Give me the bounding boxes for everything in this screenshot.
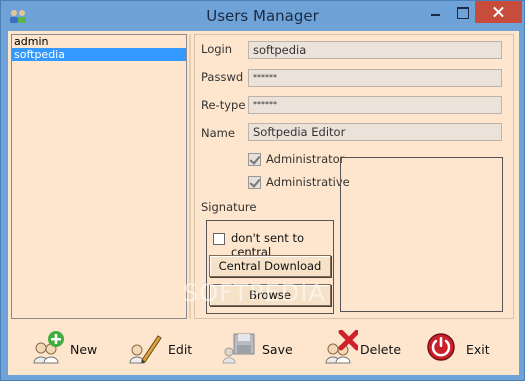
passwd-field[interactable]: ****** [248, 69, 502, 87]
close-button[interactable] [475, 1, 522, 23]
power-icon [427, 333, 455, 361]
maximize-button[interactable] [449, 1, 475, 23]
delete-user-icon [325, 330, 358, 364]
new-label: New [70, 342, 98, 357]
save-button[interactable]: Save [222, 330, 294, 366]
edit-pencil-icon [129, 335, 162, 364]
panel-divider[interactable] [189, 34, 191, 319]
new-button[interactable]: New [32, 330, 102, 366]
user-list[interactable]: admin softpedia [11, 34, 187, 319]
administrative-checkbox[interactable] [248, 176, 261, 189]
edit-button[interactable]: Edit [128, 330, 198, 366]
delete-label: Delete [360, 342, 402, 357]
picture-box[interactable] [340, 157, 503, 312]
save-label: Save [262, 342, 293, 357]
exit-button[interactable]: Exit [426, 330, 496, 366]
administrative-label: Administrative [266, 175, 350, 189]
central-download-button[interactable]: Central Download [209, 255, 331, 277]
retype-field[interactable]: ****** [248, 96, 502, 114]
new-user-icon [33, 331, 64, 364]
administrator-label: Administrator [266, 152, 345, 166]
passwd-label: Passwd [201, 70, 244, 84]
administrator-checkbox[interactable] [248, 153, 261, 166]
signature-label: Signature [201, 200, 257, 214]
dont-sent-checkbox[interactable] [213, 233, 225, 245]
toolbar: New Edit Save Delete Exit [8, 322, 519, 375]
users-manager-window: Users Manager admin softpedia Login soft… [0, 0, 525, 381]
minimize-button[interactable] [421, 1, 449, 23]
list-item-admin[interactable]: admin [12, 35, 186, 48]
title-bar[interactable]: Users Manager [1, 1, 524, 31]
watermark-text: SOFTPEDIA [183, 279, 326, 307]
delete-button[interactable]: Delete [324, 330, 404, 366]
name-label: Name [201, 126, 235, 140]
edit-label: Edit [168, 342, 193, 357]
save-disk-icon [222, 333, 255, 364]
login-field[interactable]: softpedia [248, 41, 502, 59]
name-field[interactable]: Softpedia Editor [248, 123, 502, 141]
client-area: admin softpedia Login softpedia Passwd *… [8, 31, 519, 375]
login-label: Login [201, 42, 233, 56]
list-item-softpedia[interactable]: softpedia [12, 48, 186, 61]
exit-label: Exit [466, 342, 490, 357]
retype-label: Re-type [201, 98, 246, 112]
user-details-panel: Login softpedia Passwd ****** Re-type **… [194, 34, 514, 319]
